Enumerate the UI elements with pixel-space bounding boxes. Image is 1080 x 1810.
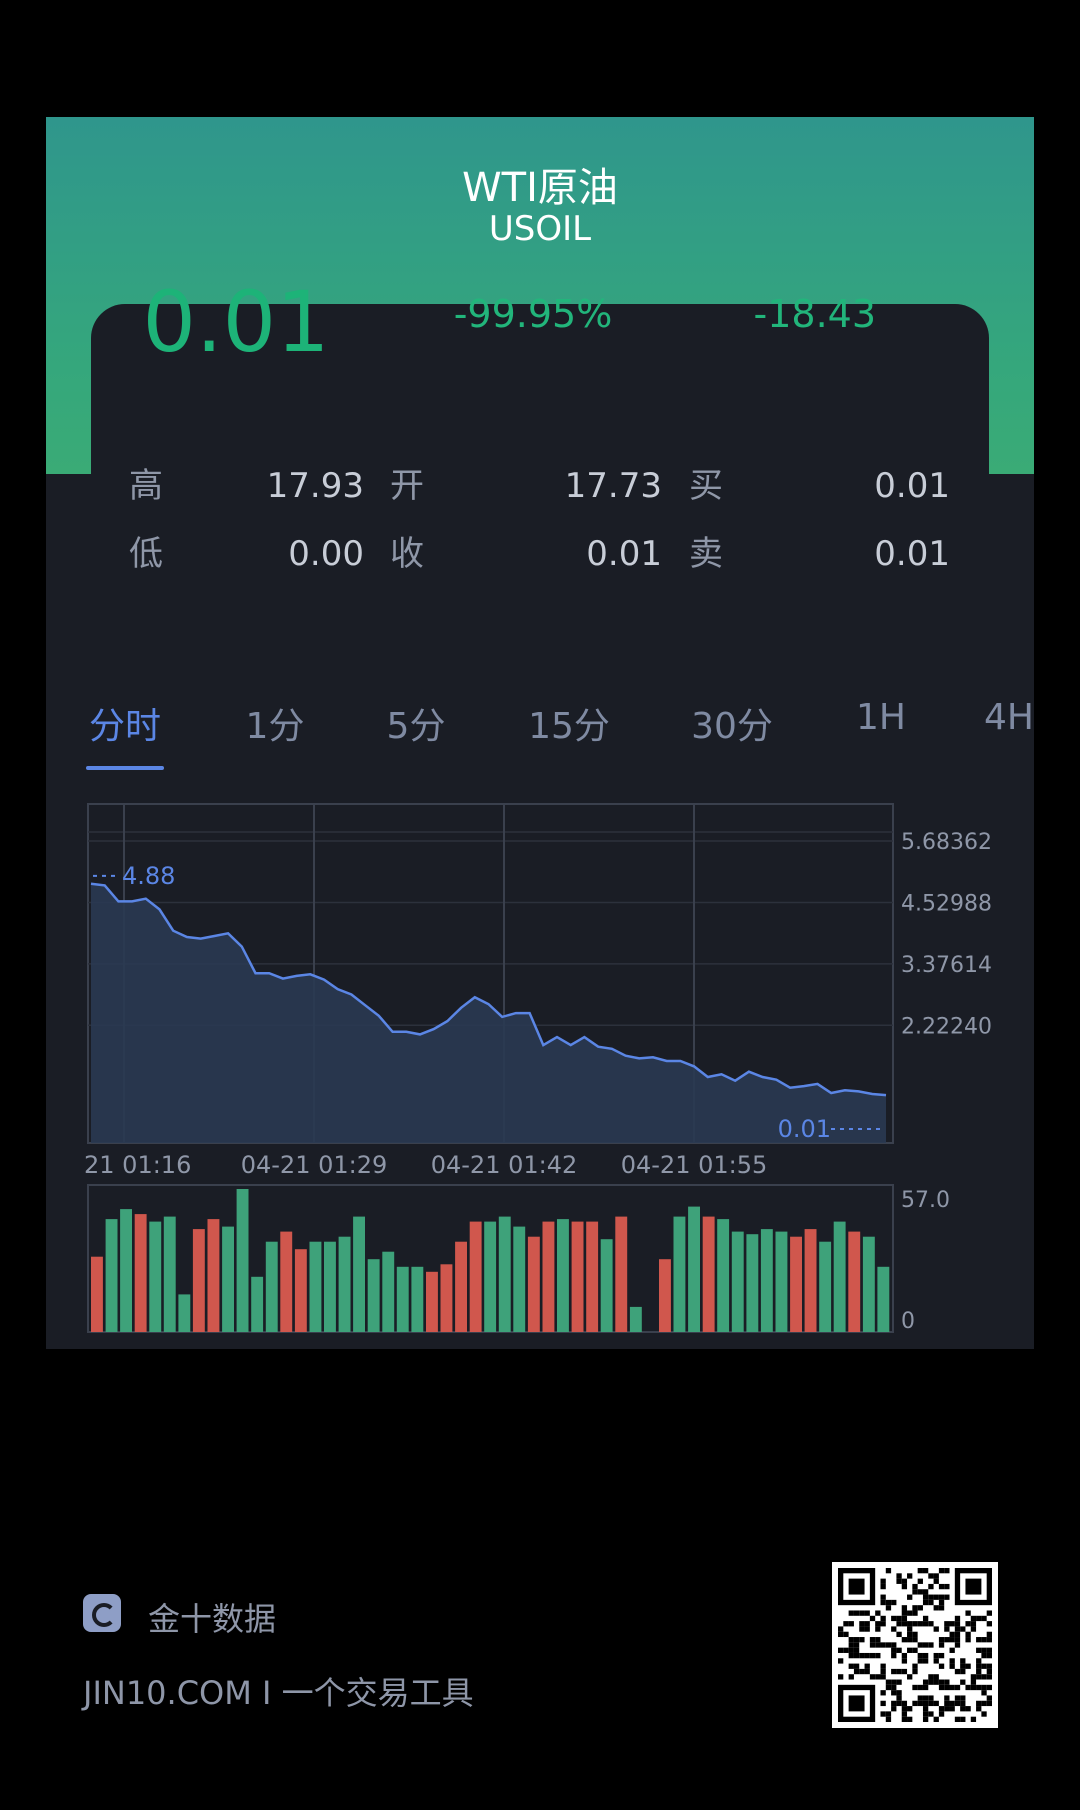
volume-bar [702,1216,715,1332]
volume-bar [178,1294,191,1332]
volume-bar [280,1231,293,1332]
y-tick-label: 5.68362 [901,830,992,855]
price-area-fill [91,883,886,1143]
volume-bar [833,1221,846,1332]
volume-bar [513,1226,526,1332]
end-marker-label: 0.01 [778,1115,831,1143]
volume-bar [790,1236,802,1332]
qr-code-icon [832,1562,998,1728]
volume-bar [600,1239,613,1332]
volume-bar [382,1251,395,1332]
start-marker-label: 4.88 [122,862,175,890]
volume-bar [557,1219,569,1332]
volume-bar [367,1259,380,1332]
chart-area: 5.68362 4.52988 3.37614 2.22240 21 01:16 04-2… [84,803,992,1334]
volume-bar [804,1229,817,1332]
volume-bar [688,1206,700,1332]
volume-bar [236,1189,249,1332]
volume-bar [222,1226,234,1332]
volume-bar [848,1231,861,1332]
volume-bar [294,1249,307,1332]
x-tick-label: 21 01:16 [84,1151,191,1179]
volume-bar [440,1264,453,1332]
volume-bar [353,1216,365,1332]
volume-bar [265,1241,278,1332]
x-tick-label: 04-21 01:55 [621,1151,768,1179]
volume-bar [309,1241,322,1332]
price-line-chart: 5.68362 4.52988 3.37614 2.22240 21 01:16 04-2… [84,803,992,1179]
volume-bar [615,1216,628,1332]
volume-bar [571,1221,584,1332]
volume-bar [527,1236,540,1332]
volume-bar [746,1234,759,1332]
volume-bar [105,1219,118,1332]
volume-bar [542,1221,555,1332]
volume-y-max-label: 57.0 [901,1188,950,1213]
volume-bar [819,1241,832,1332]
volume-bar [120,1209,132,1332]
volume-bar [149,1221,162,1332]
volume-bar [731,1231,744,1332]
volume-bar [396,1266,409,1332]
volume-bar [586,1221,599,1332]
volume-bar-chart: 57.00 [87,1184,950,1334]
brand-slogan: JIN10.COM I 一个交易工具 [83,1674,474,1712]
volume-y-min-label: 0 [901,1309,915,1334]
volume-bar [760,1229,773,1332]
volume-bar [426,1271,438,1332]
jin10-logo-icon [83,1594,121,1632]
volume-bar [629,1306,642,1332]
volume-bar [659,1259,671,1332]
volume-bar [498,1216,511,1332]
volume-bar [673,1216,686,1332]
volume-bar [775,1231,788,1332]
volume-bar [877,1266,890,1332]
volume-bar [338,1236,351,1332]
volume-bar [134,1214,147,1332]
volume-bar [324,1241,336,1332]
volume-bar [207,1219,220,1332]
volume-bar [484,1221,497,1332]
volume-bar [163,1216,176,1332]
volume-bar [455,1241,467,1332]
quote-card: WTI原油 USOIL 0.01 -99.95% -18.43 高 17.93 … [46,117,1034,1349]
y-tick-label: 2.22240 [901,1014,992,1039]
brand-name: 金十数据 [148,1600,277,1638]
y-tick-label: 4.52988 [901,891,992,916]
volume-bar [192,1229,205,1332]
volume-bar [251,1276,264,1332]
x-tick-label: 04-21 01:29 [241,1151,388,1179]
volume-bar [862,1236,875,1332]
volume-bar [717,1219,730,1332]
volume-bar [411,1266,424,1332]
y-tick-label: 3.37614 [901,953,992,978]
volume-bar [469,1221,482,1332]
volume-bar [91,1256,103,1332]
x-tick-label: 04-21 01:42 [431,1151,578,1179]
